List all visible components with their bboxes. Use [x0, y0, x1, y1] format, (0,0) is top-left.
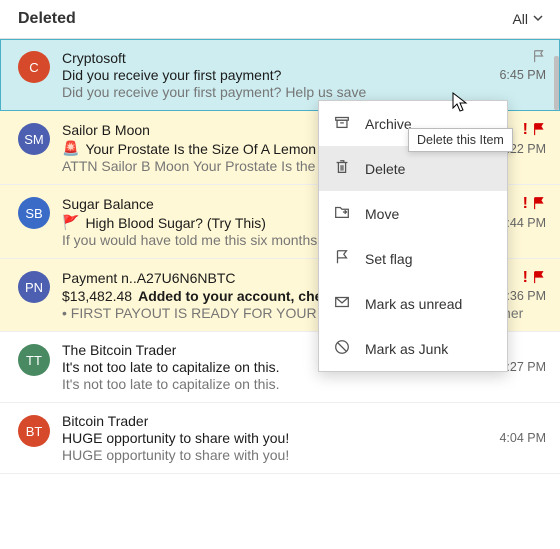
timestamp: 6:45 PM	[499, 68, 546, 82]
importance-icon: !	[523, 269, 528, 287]
importance-icon: !	[523, 121, 528, 139]
sender-name: Sailor B Moon	[62, 122, 150, 138]
avatar: C	[18, 51, 50, 83]
menu-item-trash[interactable]: Delete	[319, 146, 507, 191]
flag-icon[interactable]	[532, 49, 546, 66]
preview-text: It's not too late to capitalize on this.	[62, 376, 546, 392]
junk-icon	[333, 338, 351, 359]
scrollbar-thumb[interactable]	[554, 56, 559, 110]
menu-item-label: Delete	[365, 161, 405, 177]
menu-item-move[interactable]: Move	[319, 191, 507, 236]
subject-text: Did you receive your first payment?	[62, 67, 281, 83]
sender-name: Payment n..A27U6N6NBTC	[62, 270, 236, 286]
mouse-cursor	[452, 92, 468, 117]
timestamp: 4:04 PM	[499, 431, 546, 445]
flag-icon[interactable]	[532, 270, 546, 287]
message-meta: !	[523, 195, 546, 213]
preview-text: Did you receive your first payment? Help…	[62, 84, 546, 100]
menu-item-flag[interactable]: Set flag	[319, 236, 507, 281]
menu-item-mail[interactable]: Mark as unread	[319, 281, 507, 326]
message-meta: !	[523, 121, 546, 139]
tooltip-text: Delete this Item	[417, 133, 504, 147]
preview-text: HUGE opportunity to share with you!	[62, 447, 546, 463]
menu-item-label: Mark as unread	[365, 296, 462, 312]
sender-name: Cryptosoft	[62, 50, 126, 66]
menu-item-junk[interactable]: Mark as Junk	[319, 326, 507, 371]
menu-item-label: Mark as Junk	[365, 341, 448, 357]
avatar: TT	[18, 344, 50, 376]
filter-dropdown[interactable]: All	[512, 11, 544, 27]
flag-icon[interactable]	[532, 196, 546, 213]
trash-icon	[333, 158, 351, 179]
subject: 🚨 Your Prostate Is the Size Of A Lemon	[62, 140, 316, 157]
flag-icon	[333, 248, 351, 269]
subject-emoji-icon: 🚨	[62, 140, 79, 157]
message-body: Bitcoin Trader HUGE opportunity to share…	[62, 413, 546, 463]
avatar: BT	[18, 415, 50, 447]
subject-text: $13,482.48	[62, 288, 132, 304]
folder-header: Deleted All	[0, 0, 560, 39]
subject: HUGE opportunity to share with you!	[62, 430, 289, 446]
message-body: Cryptosoft Did you receive your first pa…	[62, 49, 546, 100]
avatar: PN	[18, 271, 50, 303]
tooltip: Delete this Item	[408, 128, 513, 152]
subject-text: Your Prostate Is the Size Of A Lemon	[85, 141, 316, 157]
message-row[interactable]: BT Bitcoin Trader HUGE opportunity to sh…	[0, 403, 560, 474]
move-icon	[333, 203, 351, 224]
subject-emoji-icon: 🚩	[62, 214, 79, 231]
sender-name: The Bitcoin Trader	[62, 342, 176, 358]
filter-label: All	[512, 11, 528, 27]
subject: Did you receive your first payment?	[62, 67, 281, 83]
menu-item-label: Set flag	[365, 251, 412, 267]
subject: 🚩 High Blood Sugar? (Try This)	[62, 214, 266, 231]
sender-name: Sugar Balance	[62, 196, 154, 212]
importance-icon: !	[523, 195, 528, 213]
avatar: SB	[18, 197, 50, 229]
subject-text: HUGE opportunity to share with you!	[62, 430, 289, 446]
mail-icon	[333, 293, 351, 314]
menu-item-label: Archive	[365, 116, 412, 132]
archive-icon	[333, 113, 351, 134]
subject-text: It's not too late to capitalize on this.	[62, 359, 279, 375]
subject: It's not too late to capitalize on this.	[62, 359, 279, 375]
menu-item-label: Move	[365, 206, 399, 222]
sender-name: Bitcoin Trader	[62, 413, 148, 429]
chevron-down-icon	[532, 11, 544, 27]
message-meta: !	[523, 269, 546, 287]
folder-title: Deleted	[18, 10, 76, 28]
subject-text: High Blood Sugar? (Try This)	[85, 215, 266, 231]
message-meta	[532, 49, 546, 66]
flag-icon[interactable]	[532, 122, 546, 139]
avatar: SM	[18, 123, 50, 155]
